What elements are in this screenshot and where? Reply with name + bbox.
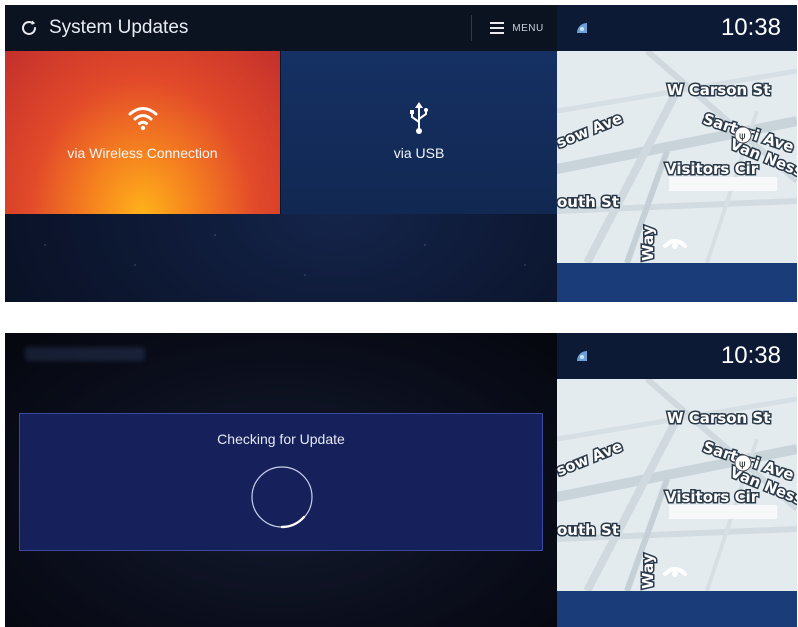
map-label-south: outh St	[557, 193, 619, 211]
signal-icon	[577, 23, 587, 33]
dimmed-header	[25, 347, 145, 361]
map-label-carson: W Carson St	[667, 409, 770, 427]
checking-update-dialog: Checking for Update	[19, 413, 543, 551]
content-area: System Updates MENU via Wireless Connect…	[5, 5, 557, 302]
content-area-dimmed: Checking for Update	[5, 333, 557, 627]
map-label-visitors: Visitors Cir	[665, 488, 759, 506]
navigation-panel: 10:38 W Carson St Sartori Ave Van Ness V…	[557, 5, 797, 302]
top-bar: System Updates MENU	[5, 5, 557, 51]
menu-button[interactable]: MENU	[477, 5, 557, 51]
svg-text:ψ: ψ	[739, 459, 746, 470]
usb-icon	[408, 101, 430, 135]
dialog-title: Checking for Update	[217, 431, 345, 447]
map-label-carson: W Carson St	[667, 81, 770, 99]
map-label-visitors: Visitors Cir	[665, 160, 759, 178]
wireless-update-tile[interactable]: via Wireless Connection	[5, 51, 280, 214]
loading-spinner-icon	[251, 466, 313, 529]
wifi-icon	[128, 101, 158, 135]
wireless-update-label: via Wireless Connection	[67, 144, 218, 161]
restaurant-icon: ψ	[734, 454, 752, 472]
page-title: System Updates	[49, 17, 189, 38]
clock: 10:38	[720, 342, 781, 369]
restaurant-icon: ψ	[734, 126, 752, 144]
navigation-panel: 10:38 W Carson St Sartori Ave Van Ness V…	[557, 333, 797, 627]
menu-label: MENU	[512, 22, 544, 34]
map-view[interactable]: W Carson St Sartori Ave Van Ness Visitor…	[557, 51, 797, 263]
clock: 10:38	[720, 14, 781, 41]
hamburger-icon	[490, 22, 505, 34]
usb-update-tile[interactable]: via USB	[280, 51, 557, 214]
map-view[interactable]: W Carson St Sartori Ave Van Ness Visitor…	[557, 379, 797, 591]
map-footer	[557, 263, 797, 302]
status-bar: 10:38	[557, 5, 797, 51]
usb-update-label: via USB	[393, 144, 445, 161]
signal-icon	[577, 351, 587, 361]
map-footer	[557, 591, 797, 627]
map-label-south: outh St	[557, 521, 619, 539]
svg-text:ψ: ψ	[739, 131, 746, 142]
map-label-way: Way	[639, 553, 657, 589]
map-label-way: Way	[639, 225, 657, 261]
menu-divider	[471, 15, 472, 41]
status-bar: 10:38	[557, 333, 797, 379]
checking-update-screen: Checking for Update 10:38 W Carson St Sa…	[5, 333, 797, 627]
refresh-icon[interactable]	[11, 5, 47, 51]
system-updates-screen: System Updates MENU via Wireless Connect…	[5, 5, 797, 302]
